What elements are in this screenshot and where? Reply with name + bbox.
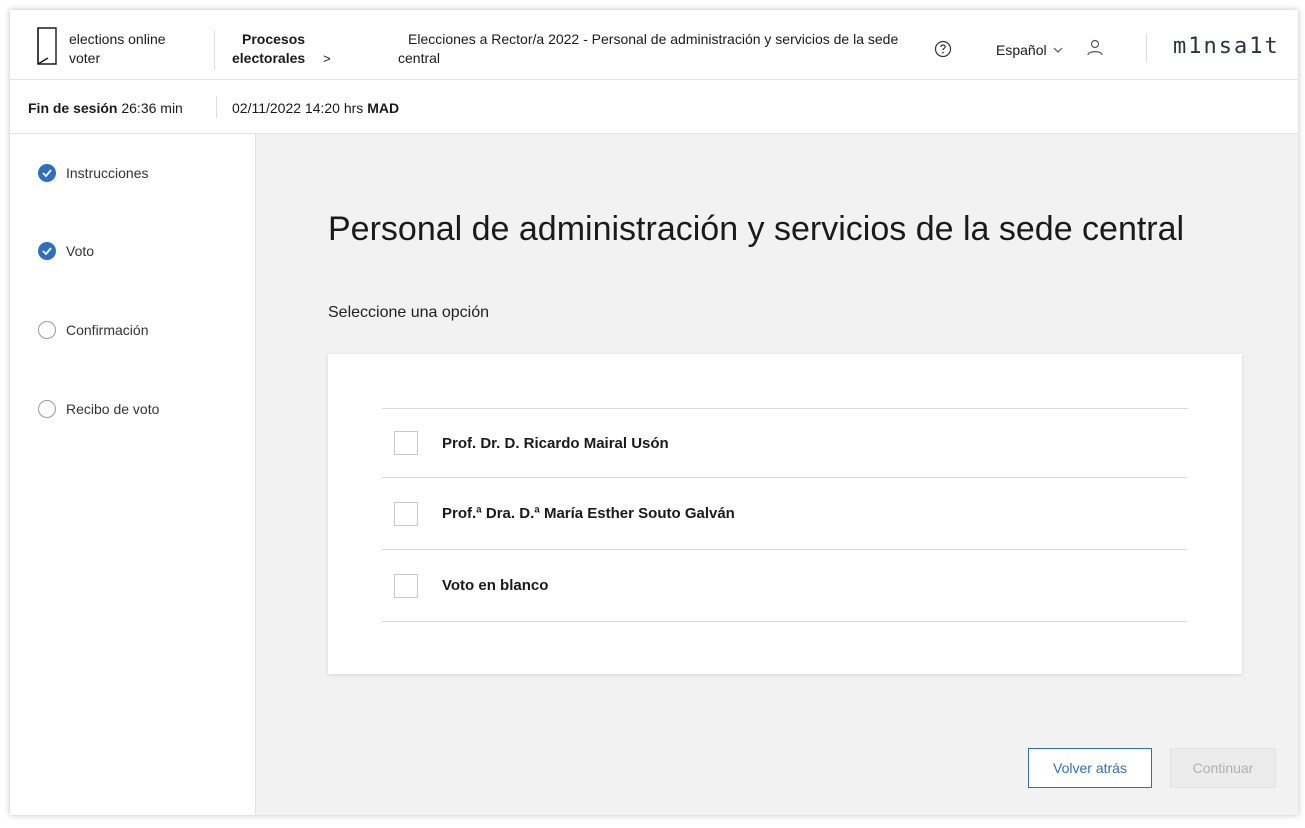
step-label: Confirmación bbox=[66, 322, 149, 338]
step-recibo-de-voto: Recibo de voto bbox=[38, 400, 159, 418]
language-label: Español bbox=[996, 42, 1047, 58]
step-voto: Voto bbox=[38, 242, 94, 260]
check-circle-icon bbox=[38, 242, 56, 260]
session-bar: Fin de sesión 26:36 min 02/11/2022 14:20… bbox=[10, 80, 1298, 134]
minsait-logo: m1nsa1t bbox=[1173, 34, 1280, 59]
app-window: elections online voter Procesos electora… bbox=[10, 10, 1298, 815]
option-checkbox[interactable] bbox=[394, 431, 418, 455]
option-maria-esther-souto[interactable]: Prof.ª Dra. D.ª María Esther Souto Galvá… bbox=[382, 478, 1188, 550]
option-checkbox[interactable] bbox=[394, 573, 418, 598]
session-remaining: 26:36 min bbox=[121, 100, 183, 116]
step-label: Instrucciones bbox=[66, 165, 149, 181]
session-datetime: 02/11/2022 14:20 hrs MAD bbox=[232, 100, 399, 116]
option-checkbox[interactable] bbox=[394, 501, 418, 526]
breadcrumb-root-link[interactable]: Procesos electorales > bbox=[232, 30, 331, 68]
chevron-down-icon bbox=[1053, 47, 1063, 53]
page-title: Personal de administración y servicios d… bbox=[328, 210, 1185, 248]
steps-sidebar: Instrucciones Voto Confirmación Recibo d… bbox=[10, 134, 256, 815]
app-name: elections online voter bbox=[69, 31, 166, 66]
ballot-door-logo-icon bbox=[37, 27, 57, 65]
step-confirmacion: Confirmación bbox=[38, 321, 148, 339]
option-label: Prof.ª Dra. D.ª María Esther Souto Galvá… bbox=[442, 505, 735, 522]
empty-circle-icon bbox=[38, 400, 56, 418]
session-divider bbox=[216, 96, 217, 118]
continue-button[interactable]: Continuar bbox=[1170, 748, 1276, 788]
option-ricardo-mairal[interactable]: Prof. Dr. D. Ricardo Mairal Usón bbox=[382, 409, 1188, 478]
option-voto-en-blanco[interactable]: Voto en blanco bbox=[382, 550, 1188, 622]
help-circle-icon[interactable] bbox=[934, 40, 952, 58]
breadcrumb-separator: > bbox=[323, 51, 331, 66]
check-circle-icon bbox=[38, 164, 56, 182]
main-content: Personal de administración y servicios d… bbox=[256, 134, 1298, 815]
breadcrumb-current: Elecciones a Rector/a 2022 - Personal de… bbox=[398, 31, 899, 66]
breadcrumb-root-line2: electorales bbox=[232, 50, 306, 66]
option-label: Prof. Dr. D. Ricardo Mairal Usón bbox=[442, 434, 669, 452]
option-label: Voto en blanco bbox=[442, 577, 549, 594]
step-label: Recibo de voto bbox=[66, 401, 160, 417]
session-label: Fin de sesión bbox=[28, 100, 118, 116]
options-list: Prof. Dr. D. Ricardo Mairal Usón Prof.ª … bbox=[382, 408, 1188, 622]
step-instrucciones: Instrucciones bbox=[38, 164, 148, 182]
back-button[interactable]: Volver atrás bbox=[1028, 748, 1152, 788]
brand-divider bbox=[1146, 34, 1147, 62]
user-icon[interactable] bbox=[1086, 38, 1104, 58]
breadcrumb-root-line1: Procesos bbox=[242, 31, 306, 47]
session-date: 02/11/2022 14:20 hrs bbox=[232, 100, 364, 116]
top-header: elections online voter Procesos electora… bbox=[10, 10, 1298, 80]
language-selector[interactable]: Español bbox=[996, 42, 1063, 58]
step-label: Voto bbox=[66, 243, 95, 259]
session-timer: Fin de sesión 26:36 min bbox=[28, 100, 183, 116]
session-timezone: MAD bbox=[367, 100, 400, 116]
empty-circle-icon bbox=[38, 321, 56, 339]
header-divider bbox=[214, 30, 215, 70]
options-card: Prof. Dr. D. Ricardo Mairal Usón Prof.ª … bbox=[328, 354, 1242, 674]
page-subtitle: Seleccione una opción bbox=[328, 304, 490, 321]
